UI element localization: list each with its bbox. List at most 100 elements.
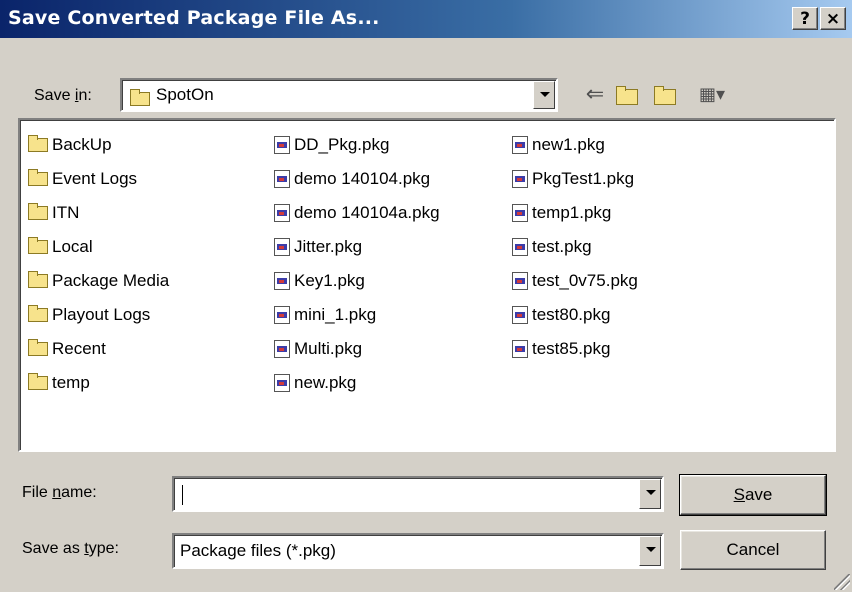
item-label: DD_Pkg.pkg [294, 135, 390, 154]
package-file-icon [512, 306, 528, 324]
item-label: test85.pkg [532, 339, 611, 358]
list-item[interactable]: test85.pkg [512, 336, 610, 362]
save-dialog: Save Converted Package File As... ? × Sa… [0, 0, 852, 592]
item-label: Playout Logs [52, 305, 151, 324]
save-in-label-end: n: [78, 87, 92, 104]
list-item[interactable]: new1.pkg [512, 132, 605, 158]
item-label: test80.pkg [532, 305, 611, 324]
package-file-icon [274, 170, 290, 188]
save-as-type-value: Package files (*.pkg) [180, 541, 336, 560]
view-menu-icon[interactable]: ▦▾ [692, 82, 732, 108]
list-item[interactable]: new.pkg [274, 370, 356, 396]
package-file-icon [274, 340, 290, 358]
file-name-accel: n [52, 484, 62, 501]
package-file-icon [512, 204, 528, 222]
save-as-type-label-text: Save as [22, 540, 85, 557]
save-in-value: SpotOn [156, 85, 214, 104]
folder-icon [28, 237, 48, 254]
folder-icon [28, 373, 48, 390]
save-as-type-dropdown-button[interactable] [639, 536, 661, 566]
item-label: demo 140104.pkg [294, 169, 431, 188]
item-label: new1.pkg [532, 135, 605, 154]
file-name-label-text: File [22, 484, 53, 501]
package-file-icon [274, 136, 290, 154]
item-label: temp [52, 373, 90, 392]
item-label: demo 140104a.pkg [294, 203, 440, 222]
list-item[interactable]: Recent [28, 336, 106, 362]
dialog-title: Save Converted Package File As... [8, 7, 380, 29]
file-list-content: BackUp Event Logs ITN Local Package Medi… [22, 120, 834, 450]
list-item[interactable]: Package Media [28, 268, 169, 294]
list-item[interactable]: BackUp [28, 132, 112, 158]
item-label: Event Logs [52, 169, 138, 188]
resize-grip-icon[interactable] [834, 574, 850, 590]
file-name-label-end: ame: [61, 484, 97, 501]
list-item[interactable]: DD_Pkg.pkg [274, 132, 389, 158]
save-in-dropdown-button[interactable] [533, 81, 555, 109]
list-item[interactable]: Local [28, 234, 93, 260]
folder-icon [28, 271, 48, 288]
folder-icon [28, 305, 48, 322]
item-label: mini_1.pkg [294, 305, 377, 324]
save-button-accel: S [733, 485, 745, 504]
package-file-icon [512, 170, 528, 188]
package-file-icon [274, 204, 290, 222]
list-item[interactable]: Jitter.pkg [274, 234, 362, 260]
list-item[interactable]: mini_1.pkg [274, 302, 376, 328]
item-label: test.pkg [532, 237, 592, 256]
folder-icon [130, 88, 150, 107]
save-as-type-combo[interactable]: Package files (*.pkg) [172, 533, 664, 569]
file-name-dropdown-button[interactable] [639, 479, 661, 509]
list-item[interactable]: test_0v75.pkg [512, 268, 638, 294]
title-bar: Save Converted Package File As... ? × [0, 0, 852, 38]
list-item[interactable]: temp [28, 370, 90, 396]
save-as-type-label-end: ype: [88, 540, 119, 557]
item-label: ITN [52, 203, 80, 222]
folder-icon [28, 135, 48, 152]
list-item[interactable]: Playout Logs [28, 302, 150, 328]
back-icon[interactable]: ⇐ [580, 82, 610, 108]
save-in-label: Save in: [34, 87, 92, 105]
folder-icon [28, 169, 48, 186]
item-label: PkgTest1.pkg [532, 169, 635, 188]
package-file-icon [512, 340, 528, 358]
package-file-icon [512, 238, 528, 256]
file-name-label: File name: [22, 484, 97, 502]
list-item[interactable]: test80.pkg [512, 302, 610, 328]
list-item[interactable]: demo 140104a.pkg [274, 200, 440, 226]
new-folder-icon[interactable] [650, 82, 680, 108]
item-label: Multi.pkg [294, 339, 363, 358]
item-label: Package Media [52, 271, 170, 290]
list-item[interactable]: test.pkg [512, 234, 592, 260]
list-item[interactable]: Multi.pkg [274, 336, 362, 362]
list-item[interactable]: PkgTest1.pkg [512, 166, 634, 192]
save-button-label: ave [744, 485, 773, 504]
list-item[interactable]: temp1.pkg [512, 200, 611, 226]
save-in-combo[interactable]: SpotOn [120, 78, 558, 112]
file-name-field[interactable] [172, 476, 664, 512]
text-cursor [182, 485, 183, 505]
save-in-label-text: Save [34, 87, 75, 104]
close-button[interactable]: × [820, 7, 846, 30]
package-file-icon [512, 272, 528, 290]
folder-icon [28, 339, 48, 356]
folder-icon [28, 203, 48, 220]
up-folder-icon[interactable] [612, 82, 642, 108]
item-label: test_0v75.pkg [532, 271, 638, 290]
item-label: temp1.pkg [532, 203, 612, 222]
save-button[interactable]: Save [679, 474, 827, 516]
item-label: Key1.pkg [294, 271, 365, 290]
item-label: BackUp [52, 135, 112, 154]
item-label: Recent [52, 339, 106, 358]
package-file-icon [274, 306, 290, 324]
list-item[interactable]: Key1.pkg [274, 268, 365, 294]
cancel-button[interactable]: Cancel [680, 530, 826, 570]
item-label: new.pkg [294, 373, 357, 392]
list-item[interactable]: demo 140104.pkg [274, 166, 430, 192]
help-button[interactable]: ? [792, 7, 818, 30]
list-item[interactable]: ITN [28, 200, 79, 226]
package-file-icon [274, 238, 290, 256]
package-file-icon [274, 374, 290, 392]
item-label: Jitter.pkg [294, 237, 363, 256]
list-item[interactable]: Event Logs [28, 166, 137, 192]
